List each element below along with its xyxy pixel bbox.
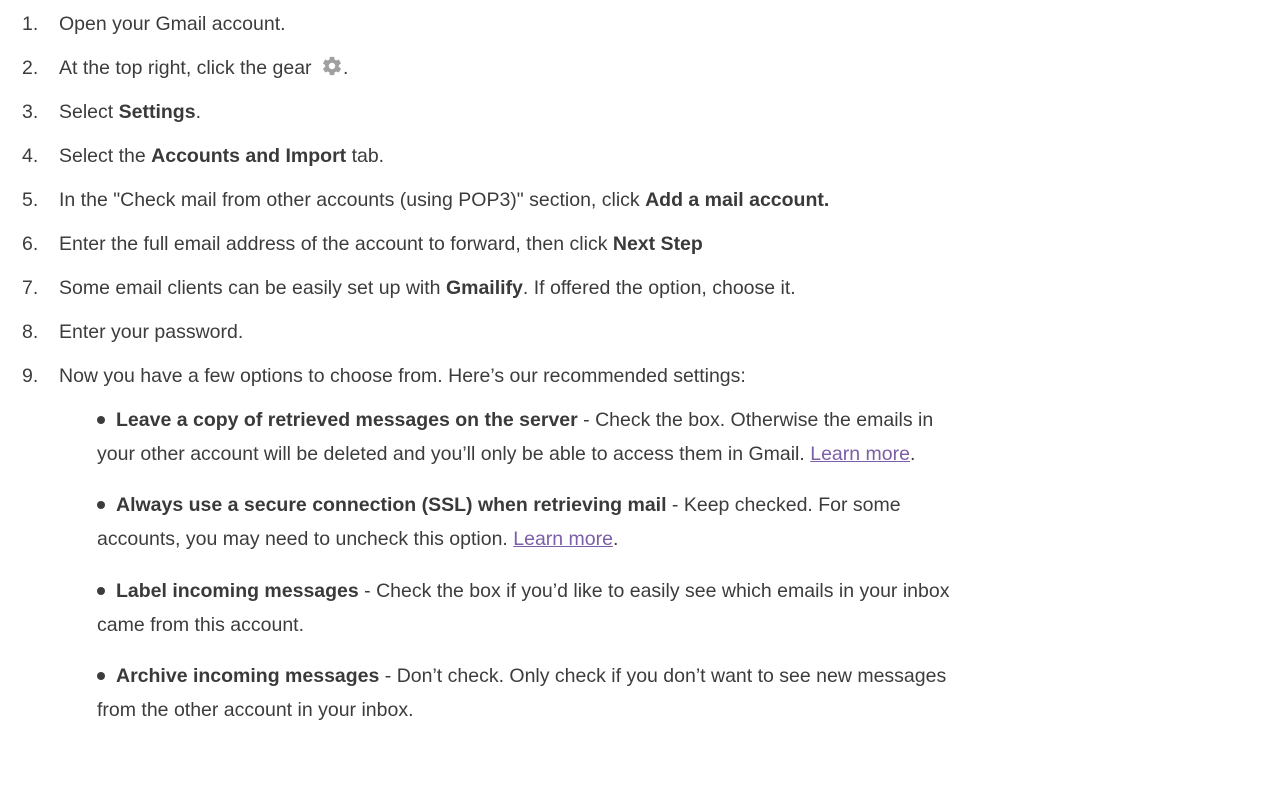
step-number: 7. <box>22 277 39 299</box>
step-number: 2. <box>22 57 39 79</box>
step-number: 6. <box>22 233 39 255</box>
step-text: Enter your password. <box>59 321 244 343</box>
step-number: 5. <box>22 189 39 211</box>
step-number: 8. <box>22 321 39 343</box>
settings-label: Settings <box>118 101 196 123</box>
accounts-import-label: Accounts and Import <box>151 145 347 167</box>
step-text: At the top right, click the gear . <box>59 56 349 79</box>
option-name: Archive incoming messages <box>116 665 380 687</box>
step-text: Some email clients can be easily set up … <box>59 277 796 299</box>
step-number: 3. <box>22 101 39 123</box>
option-name: Label incoming messages <box>116 580 359 602</box>
add-mail-account-label: Add a mail account. <box>645 189 830 211</box>
step-number: 9. <box>22 365 39 387</box>
step-number: 4. <box>22 145 39 167</box>
gear-icon <box>323 56 341 76</box>
option-name: Always use a secure connection (SSL) whe… <box>116 494 667 516</box>
step-text: Select the Accounts and Import tab. <box>59 145 385 167</box>
step-text: Enter the full email address of the acco… <box>59 233 703 255</box>
option-name: Leave a copy of retrieved messages on th… <box>116 409 578 431</box>
step-text: Now you have a few options to choose fro… <box>59 365 746 387</box>
bullet-dot <box>97 587 105 595</box>
step-text: Open your Gmail account. <box>59 13 286 35</box>
step-text: Select Settings. <box>59 101 201 123</box>
learn-more-link[interactable]: Learn more <box>810 443 910 465</box>
bullet-dot <box>97 672 105 680</box>
gmailify-label: Gmailify <box>445 277 523 299</box>
bullet-dot <box>97 501 105 509</box>
next-step-label: Next Step <box>612 233 703 255</box>
step-text: In the "Check mail from other accounts (… <box>59 189 830 211</box>
step-number: 1. <box>22 13 39 35</box>
bullet-dot <box>97 416 105 424</box>
learn-more-link[interactable]: Learn more <box>513 528 613 550</box>
